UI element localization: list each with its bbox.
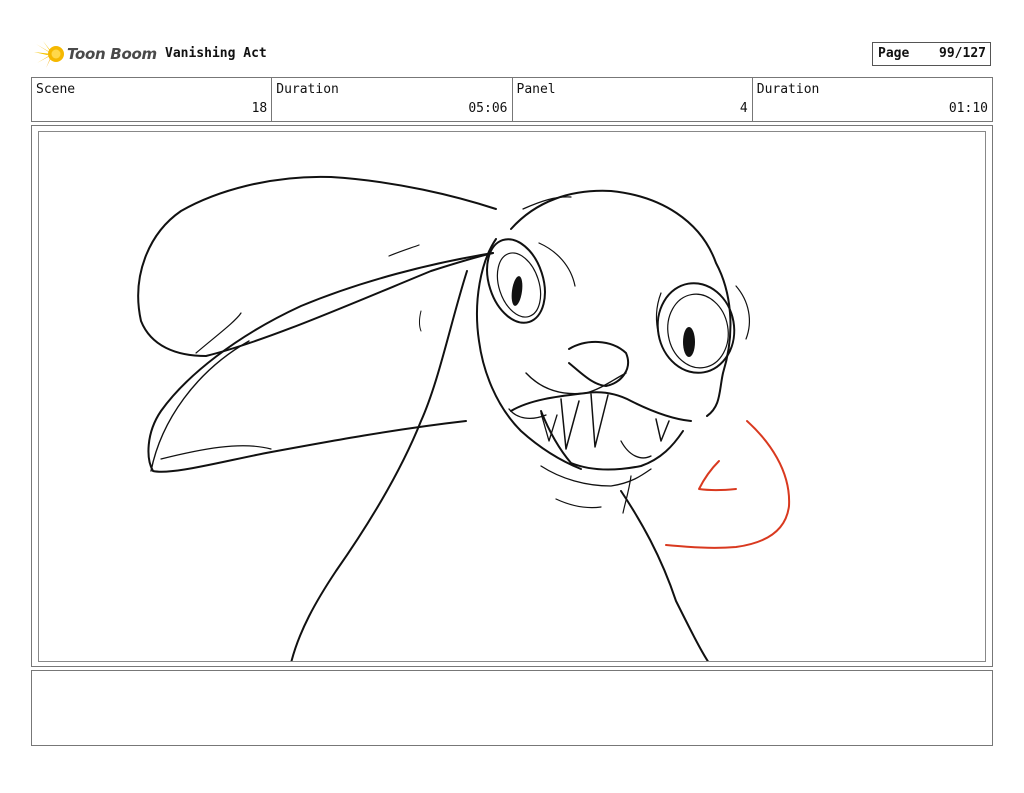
scene-label: Scene <box>36 82 76 97</box>
panel-duration-value: 01:10 <box>948 101 988 116</box>
panel-info-bar: Scene 18 Duration 05:06 Panel 4 Duration… <box>31 77 993 122</box>
project-title: Vanishing Act <box>165 46 267 61</box>
panel-label: Panel <box>516 82 556 97</box>
storyboard-panel <box>38 131 986 662</box>
panel-cell: Panel 4 <box>513 78 753 121</box>
scene-duration-cell: Duration 05:06 <box>272 78 513 121</box>
page-label: Page <box>878 46 910 61</box>
brand-name: Toon Boom <box>67 45 157 63</box>
scene-duration-label: Duration <box>276 82 339 97</box>
panel-number: 4 <box>739 101 748 116</box>
page-indicator: Page 99/127 <box>872 42 991 66</box>
scene-number: 18 <box>251 101 268 116</box>
scene-cell: Scene 18 <box>32 78 273 121</box>
rabbit-sketch <box>137 175 791 661</box>
panel-duration-label: Duration <box>756 82 820 97</box>
panel-duration-cell: Duration 01:10 <box>753 78 992 121</box>
page-number: 99/127 <box>939 46 986 61</box>
panel-notes-box <box>31 670 993 746</box>
toon-boom-logo: Toon Boom <box>34 38 158 70</box>
scene-duration-value: 05:06 <box>468 101 508 116</box>
star-burst-icon <box>34 41 64 68</box>
